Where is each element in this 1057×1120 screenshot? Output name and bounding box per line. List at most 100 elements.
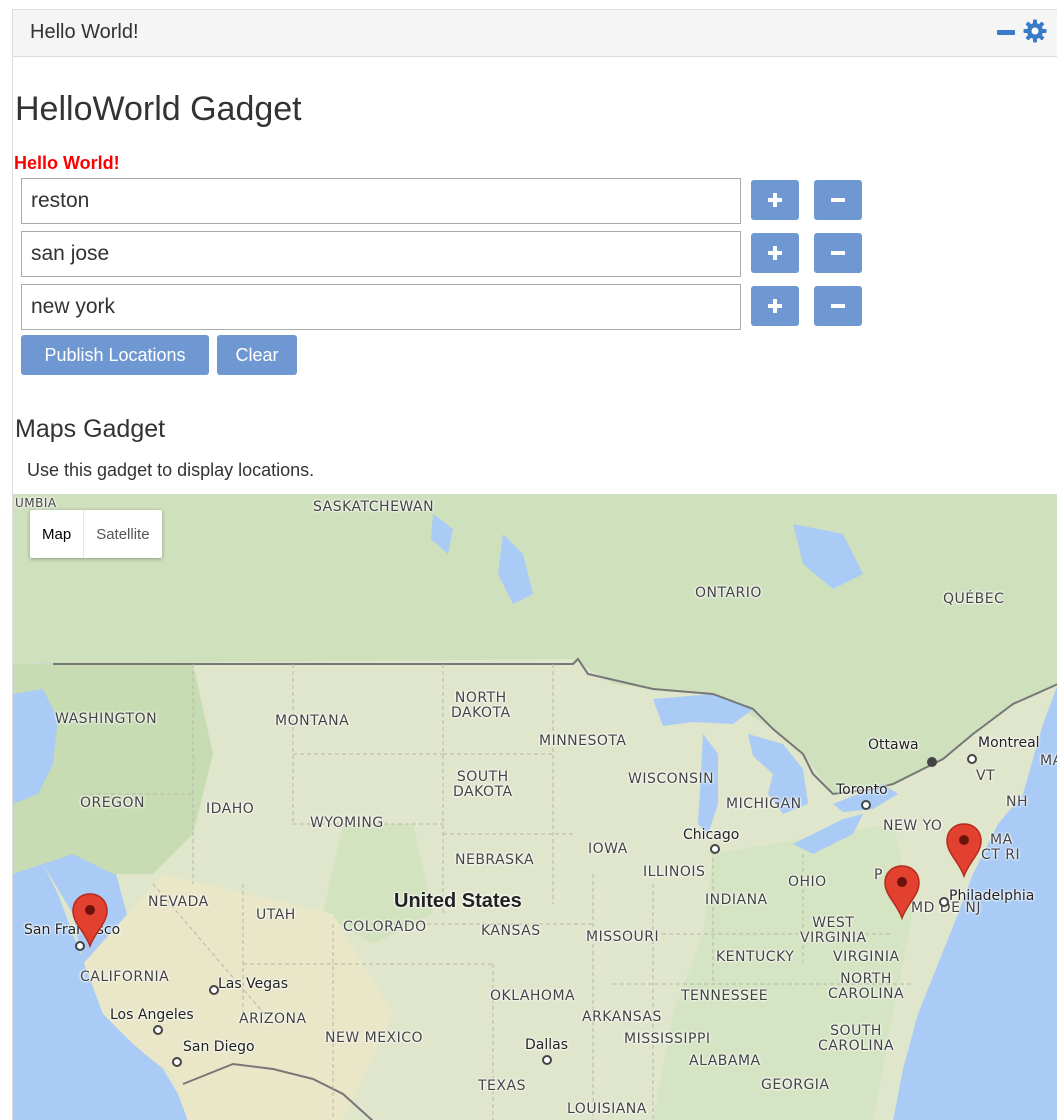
maps-gadget-description: Use this gadget to display locations. xyxy=(27,460,315,480)
map-label: KENTUCKY xyxy=(716,949,795,965)
city-dot xyxy=(939,897,949,907)
city-dot xyxy=(542,1055,552,1065)
map-label: LOUISIANA xyxy=(567,1101,647,1117)
map-label: SOUTH DAKOTA xyxy=(453,769,513,800)
map-label: SASKATCHEWAN xyxy=(313,499,435,515)
map-label: Montreal xyxy=(978,735,1040,751)
map-label: WISCONSIN xyxy=(628,771,715,787)
map-base-layer xyxy=(13,494,1057,1120)
city-dot xyxy=(967,754,977,764)
add-location-button[interactable] xyxy=(751,286,799,326)
map-label: TENNESSEE xyxy=(681,988,769,1004)
map-label: SOUTH CAROLINA xyxy=(818,1023,895,1054)
map-label-country: United States xyxy=(394,890,522,912)
map-label: MICHIGAN xyxy=(726,796,802,812)
map-label: NEW MEXICO xyxy=(325,1030,424,1046)
add-location-button[interactable] xyxy=(751,233,799,273)
map-type-satellite-option[interactable]: Satellite xyxy=(83,510,161,558)
map-label: P xyxy=(874,867,883,883)
minus-icon xyxy=(831,198,845,202)
map-label: MA xyxy=(990,832,1013,848)
gadget-title: HelloWorld Gadget xyxy=(15,90,302,128)
map-label: VIRGINIA xyxy=(833,949,900,965)
location-input[interactable] xyxy=(21,178,741,224)
minus-icon xyxy=(831,304,845,308)
map-label: ALABAMA xyxy=(689,1053,761,1069)
location-row xyxy=(21,231,871,279)
map-label: UTAH xyxy=(256,907,296,923)
map-label: VT xyxy=(976,768,996,784)
map-label: CALIFORNIA xyxy=(80,969,170,985)
map-view[interactable]: Map Satellite UMBIA SASKATCHEWAN ONTARIO… xyxy=(13,494,1057,1120)
map-label: IDAHO xyxy=(206,801,255,817)
map-label: WASHINGTON xyxy=(55,711,158,727)
map-label: MONTANA xyxy=(275,713,350,729)
remove-location-button[interactable] xyxy=(814,233,862,273)
map-label: ARIZONA xyxy=(239,1011,307,1027)
map-label: UMBIA xyxy=(15,496,57,510)
map-label: MAI xyxy=(1040,753,1057,769)
plus-icon xyxy=(768,299,782,313)
map-label: ARKANSAS xyxy=(582,1009,662,1025)
city-dot xyxy=(172,1057,182,1067)
map-label: Ottawa xyxy=(868,737,919,753)
remove-location-button[interactable] xyxy=(814,286,862,326)
city-dot xyxy=(153,1025,163,1035)
city-dot xyxy=(927,757,937,767)
publish-locations-button[interactable]: Publish Locations xyxy=(21,335,209,375)
map-label: OREGON xyxy=(80,795,145,811)
clear-button[interactable]: Clear xyxy=(217,335,297,375)
panel-title: Hello World! xyxy=(30,21,139,43)
city-dot xyxy=(710,844,720,854)
location-row xyxy=(21,178,871,226)
map-label: MISSISSIPPI xyxy=(624,1031,711,1047)
map-label: COLORADO xyxy=(343,919,427,935)
map-label: INDIANA xyxy=(705,892,768,908)
map-label: QUÉBEC xyxy=(943,591,1005,607)
map-label: Chicago xyxy=(683,827,740,843)
map-label: San Diego xyxy=(183,1039,255,1055)
map-label: CT RI xyxy=(981,847,1021,863)
map-label: NH xyxy=(1006,794,1028,810)
map-type-map-option[interactable]: Map xyxy=(30,510,83,558)
map-label: MISSOURI xyxy=(586,929,660,945)
location-row xyxy=(21,284,871,332)
map-label: Toronto xyxy=(836,782,888,798)
location-input[interactable] xyxy=(21,231,741,277)
map-label: Las Vegas xyxy=(218,976,288,992)
city-dot xyxy=(861,800,871,810)
map-label: Los Angeles xyxy=(110,1007,194,1023)
map-label: WEST VIRGINIA xyxy=(800,915,867,946)
map-label: ONTARIO xyxy=(695,585,762,601)
map-label: NEBRASKA xyxy=(455,852,535,868)
city-dot xyxy=(209,985,219,995)
add-location-button[interactable] xyxy=(751,180,799,220)
map-label: MINNESOTA xyxy=(539,733,627,749)
plus-icon xyxy=(768,246,782,260)
maps-gadget-title: Maps Gadget xyxy=(15,415,166,443)
map-label: NEW YO xyxy=(883,818,943,834)
panel-header: Hello World! xyxy=(13,10,1057,57)
map-label: OKLAHOMA xyxy=(490,988,576,1004)
map-label: Dallas xyxy=(525,1037,569,1053)
panel-header-actions xyxy=(997,19,1047,43)
minus-icon xyxy=(831,251,845,255)
map-label: IOWA xyxy=(588,841,628,857)
map-marker-icon[interactable] xyxy=(883,864,921,920)
map-label: TEXAS xyxy=(478,1078,526,1094)
map-label: ILLINOIS xyxy=(643,864,706,880)
map-marker-icon[interactable] xyxy=(71,892,109,948)
plus-icon xyxy=(768,193,782,207)
map-marker-icon[interactable] xyxy=(945,822,983,878)
gear-icon[interactable] xyxy=(1023,19,1047,43)
gadget-panel: Hello World! HelloWorld Gadget Hello Wor… xyxy=(12,9,1057,1120)
map-label: NORTH DAKOTA xyxy=(451,690,511,721)
map-label: NORTH CAROLINA xyxy=(828,971,905,1002)
minimize-icon[interactable] xyxy=(997,29,1015,35)
map-label: KANSAS xyxy=(481,923,541,939)
hello-label: Hello World! xyxy=(14,153,120,173)
map-label: NEVADA xyxy=(148,894,209,910)
location-input[interactable] xyxy=(21,284,741,330)
map-label: GEORGIA xyxy=(761,1077,830,1093)
remove-location-button[interactable] xyxy=(814,180,862,220)
